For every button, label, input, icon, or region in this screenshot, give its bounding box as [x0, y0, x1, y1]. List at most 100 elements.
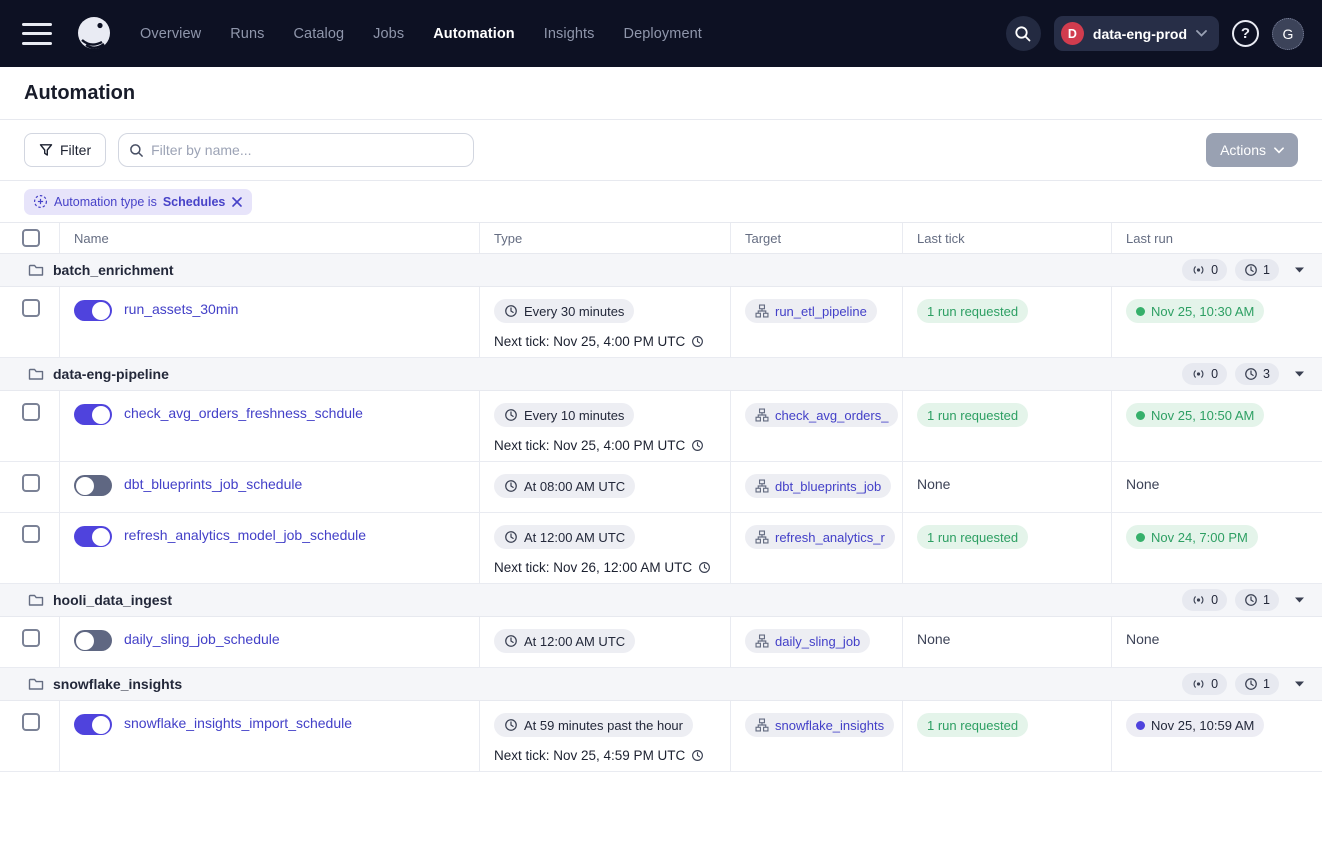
- last-run-status[interactable]: Nov 25, 10:30 AM: [1126, 299, 1265, 323]
- target-pill[interactable]: snowflake_insights: [745, 713, 895, 737]
- filter-button[interactable]: Filter: [24, 133, 107, 167]
- close-icon[interactable]: [231, 196, 243, 208]
- schedule-name-link[interactable]: refresh_analytics_model_job_schedule: [124, 527, 366, 543]
- user-avatar[interactable]: G: [1272, 17, 1304, 50]
- clock-icon: [1244, 367, 1258, 381]
- row-checkbox[interactable]: [22, 299, 40, 317]
- nav-item-insights[interactable]: Insights: [544, 26, 595, 42]
- name-filter-input[interactable]: [151, 142, 464, 158]
- next-tick-text: Next tick: Nov 25, 4:00 PM UTC: [494, 334, 686, 349]
- schedule-count-badge: 3: [1235, 363, 1279, 385]
- dagster-logo-icon[interactable]: [74, 14, 114, 54]
- schedule-row-check-avg-orders: check_avg_orders_freshness_schdule Every…: [0, 391, 1322, 462]
- schedule-name-link[interactable]: run_assets_30min: [124, 301, 238, 317]
- row-checkbox[interactable]: [22, 525, 40, 543]
- schedule-toggle[interactable]: [74, 526, 112, 547]
- search-icon: [1014, 25, 1032, 43]
- folder-icon: [28, 593, 44, 607]
- last-tick-status[interactable]: 1 run requested: [917, 299, 1029, 323]
- target-link[interactable]: check_avg_orders_: [775, 408, 888, 423]
- nav-item-automation[interactable]: Automation: [433, 26, 515, 42]
- name-filter-box: [118, 133, 475, 167]
- table-header: Name Type Target Last tick Last run: [0, 223, 1322, 254]
- group-row-data-eng-pipeline[interactable]: data-eng-pipeline 0 3: [0, 358, 1322, 391]
- target-pill[interactable]: check_avg_orders_: [745, 403, 899, 427]
- expand-caret-icon[interactable]: [1293, 265, 1306, 275]
- nav-item-deployment[interactable]: Deployment: [624, 26, 702, 42]
- target-link[interactable]: daily_sling_job: [775, 634, 860, 649]
- target-pill[interactable]: refresh_analytics_r: [745, 525, 895, 549]
- group-row-snowflake-insights[interactable]: snowflake_insights 0 1: [0, 668, 1322, 701]
- target-link[interactable]: snowflake_insights: [775, 718, 884, 733]
- deployment-switcher[interactable]: D data-eng-prod: [1053, 16, 1219, 51]
- clock-icon: [504, 634, 518, 648]
- primary-nav: Overview Runs Catalog Jobs Automation In…: [140, 26, 702, 42]
- group-row-hooli-data-ingest[interactable]: hooli_data_ingest 0 1: [0, 584, 1322, 617]
- run-success-dot: [1136, 532, 1145, 542]
- group-row-batch-enrichment[interactable]: batch_enrichment 0 1: [0, 254, 1322, 287]
- last-tick-status[interactable]: 1 run requested: [917, 403, 1029, 427]
- schedule-name-link[interactable]: daily_sling_job_schedule: [124, 631, 280, 647]
- clock-icon: [691, 749, 704, 762]
- schedule-toggle[interactable]: [74, 714, 112, 735]
- run-success-dot: [1136, 410, 1145, 420]
- last-run-status[interactable]: Nov 25, 10:59 AM: [1126, 713, 1265, 737]
- schedule-name-link[interactable]: check_avg_orders_freshness_schdule: [124, 405, 363, 421]
- expand-caret-icon[interactable]: [1293, 369, 1306, 379]
- nav-item-runs[interactable]: Runs: [230, 26, 264, 42]
- schedule-cadence: At 08:00 AM UTC: [524, 478, 626, 494]
- sensor-count-badge: 0: [1182, 673, 1228, 695]
- job-icon: [755, 634, 769, 648]
- target-pill[interactable]: run_etl_pipeline: [745, 299, 877, 323]
- schedule-count-badge: 1: [1235, 259, 1279, 281]
- last-run-none: None: [1126, 631, 1160, 647]
- automation-type-filter-chip[interactable]: Automation type is Schedules: [24, 188, 253, 215]
- row-checkbox[interactable]: [22, 474, 40, 492]
- actions-button[interactable]: Actions: [1206, 133, 1298, 167]
- clock-icon: [504, 718, 518, 732]
- schedule-count-badge: 1: [1235, 589, 1279, 611]
- next-tick-text: Next tick: Nov 25, 4:00 PM UTC: [494, 438, 686, 453]
- last-run-status[interactable]: Nov 24, 7:00 PM: [1126, 525, 1258, 549]
- deployment-avatar: D: [1060, 22, 1084, 45]
- actions-button-label: Actions: [1220, 142, 1266, 158]
- schedule-toggle[interactable]: [74, 300, 112, 321]
- target-link[interactable]: dbt_blueprints_job: [775, 479, 881, 494]
- nav-item-catalog[interactable]: Catalog: [293, 26, 344, 42]
- target-pill[interactable]: daily_sling_job: [745, 629, 871, 653]
- row-checkbox[interactable]: [22, 713, 40, 731]
- expand-caret-icon[interactable]: [1293, 595, 1306, 605]
- chevron-down-icon: [1196, 30, 1207, 37]
- group-name: data-eng-pipeline: [53, 366, 169, 382]
- page-header: Automation: [0, 67, 1322, 120]
- target-pill[interactable]: dbt_blueprints_job: [745, 474, 892, 498]
- sensor-icon: [1191, 594, 1206, 606]
- nav-item-jobs[interactable]: Jobs: [373, 26, 404, 42]
- last-run-status[interactable]: Nov 25, 10:50 AM: [1126, 403, 1265, 427]
- row-checkbox[interactable]: [22, 403, 40, 421]
- target-link[interactable]: refresh_analytics_r: [775, 530, 885, 545]
- schedule-cadence: At 12:00 AM UTC: [524, 633, 626, 649]
- target-link[interactable]: run_etl_pipeline: [775, 304, 867, 319]
- search-button[interactable]: [1005, 16, 1041, 51]
- last-run-none: None: [1126, 476, 1160, 492]
- last-tick-status[interactable]: 1 run requested: [917, 525, 1029, 549]
- schedule-toggle[interactable]: [74, 475, 112, 496]
- folder-icon: [28, 263, 44, 277]
- last-tick-status[interactable]: 1 run requested: [917, 713, 1029, 737]
- schedule-name-link[interactable]: snowflake_insights_import_schedule: [124, 715, 352, 731]
- schedule-toggle[interactable]: [74, 404, 112, 425]
- hamburger-menu-icon[interactable]: [22, 22, 52, 45]
- expand-caret-icon[interactable]: [1293, 679, 1306, 689]
- schedule-count-badge: 1: [1235, 673, 1279, 695]
- group-name: snowflake_insights: [53, 676, 183, 692]
- dashed-circle-plus-icon: [33, 194, 48, 209]
- help-icon[interactable]: ?: [1232, 20, 1259, 47]
- chevron-down-icon: [1274, 146, 1284, 154]
- row-checkbox[interactable]: [22, 629, 40, 647]
- select-all-checkbox[interactable]: [22, 229, 40, 247]
- run-started-dot: [1136, 720, 1145, 730]
- nav-item-overview[interactable]: Overview: [140, 26, 201, 42]
- schedule-name-link[interactable]: dbt_blueprints_job_schedule: [124, 476, 302, 492]
- schedule-toggle[interactable]: [74, 630, 112, 651]
